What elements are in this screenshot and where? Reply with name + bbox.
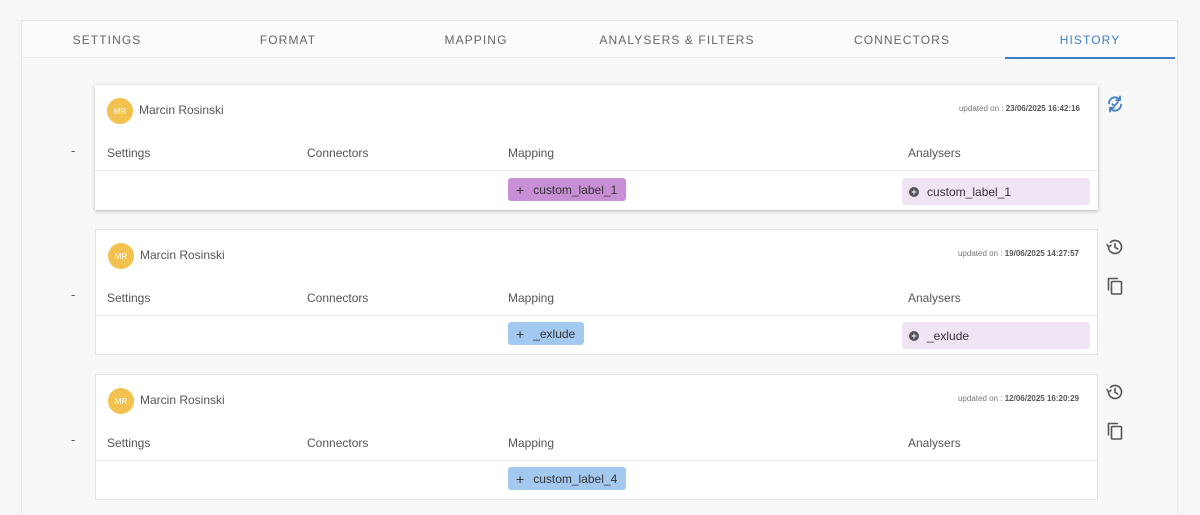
avatar: MR [108, 243, 134, 269]
history-entry: MR Marcin Rosinski updated on : 12/06/20… [95, 374, 1098, 500]
history-entry: MR Marcin Rosinski updated on : 19/06/20… [95, 229, 1098, 355]
column-connectors: Connectors [307, 291, 369, 305]
restore-history-icon[interactable] [1105, 237, 1125, 257]
add-circle-icon: + [909, 330, 919, 341]
mapping-chip: + custom_label_4 [508, 467, 627, 490]
updated-value: 12/06/2025 16:20:29 [1004, 394, 1079, 403]
avatar: MR [108, 388, 134, 414]
column-mapping: Mapping [508, 436, 555, 450]
column-settings: Settings [107, 436, 151, 450]
column-settings: Settings [107, 146, 151, 160]
tab-analysers-filters[interactable]: ANALYSERS & FILTERS [592, 21, 762, 58]
tab-format[interactable]: FORMAT [203, 21, 373, 58]
entry-collapse-dash[interactable]: - [71, 143, 75, 158]
column-mapping: Mapping [508, 146, 555, 160]
column-connectors: Connectors [307, 146, 369, 160]
updated-label: updated on : [958, 104, 1004, 113]
restore-history-icon[interactable] [1105, 382, 1125, 402]
add-circle-icon: + [909, 186, 919, 197]
tab-mapping[interactable]: MAPPING [391, 21, 561, 58]
updated-label: updated on : [957, 249, 1003, 258]
entry-collapse-dash[interactable]: - [71, 432, 75, 447]
mapping-chip: + custom_label_1 [508, 178, 627, 201]
analyser-chip-label: _exlude [927, 328, 970, 343]
tab-connectors[interactable]: CONNECTORS [817, 21, 987, 58]
analyser-chip: + custom_label_1 [902, 178, 1090, 205]
user-name: Marcin Rosinski [140, 393, 225, 407]
divider [95, 170, 1098, 171]
updated-label: updated on : [957, 394, 1003, 403]
tab-history[interactable]: HISTORY [1005, 21, 1175, 59]
copy-icon[interactable] [1105, 421, 1125, 441]
updated-value: 19/06/2025 14:27:57 [1004, 249, 1079, 258]
plus-icon: + [516, 325, 525, 342]
column-mapping: Mapping [508, 291, 555, 305]
updated-timestamp: updated on : 19/06/2025 14:27:57 [958, 249, 1079, 258]
avatar: MR [107, 98, 133, 124]
history-panel: SETTINGS FORMAT MAPPING ANALYSERS & FILT… [21, 20, 1178, 515]
copy-icon[interactable] [1105, 276, 1125, 296]
sync-icon[interactable] [1105, 94, 1125, 114]
plus-icon: + [516, 181, 525, 198]
user-name: Marcin Rosinski [140, 248, 225, 262]
analyser-chip: + _exlude [902, 322, 1090, 349]
divider [96, 315, 1097, 316]
mapping-chip: + _exlude [508, 322, 585, 345]
column-analysers: Analysers [908, 291, 961, 305]
mapping-chip-label: custom_label_1 [533, 182, 618, 197]
plus-icon: + [516, 470, 525, 487]
tab-bar: SETTINGS FORMAT MAPPING ANALYSERS & FILT… [22, 21, 1177, 59]
updated-timestamp: updated on : 12/06/2025 16:20:29 [958, 394, 1079, 403]
column-analysers: Analysers [908, 436, 961, 450]
divider [96, 460, 1097, 461]
updated-value: 23/06/2025 16:42:16 [1005, 104, 1080, 113]
tab-settings[interactable]: SETTINGS [22, 21, 192, 58]
column-analysers: Analysers [908, 146, 961, 160]
history-entry: MR Marcin Rosinski updated on : 23/06/20… [95, 85, 1098, 210]
updated-timestamp: updated on : 23/06/2025 16:42:16 [959, 104, 1080, 113]
user-name: Marcin Rosinski [139, 103, 224, 117]
mapping-chip-label: custom_label_4 [533, 471, 618, 486]
entry-collapse-dash[interactable]: - [71, 287, 75, 302]
column-settings: Settings [107, 291, 151, 305]
mapping-chip-label: _exlude [533, 326, 576, 341]
analyser-chip-label: custom_label_1 [927, 184, 1012, 199]
column-connectors: Connectors [307, 436, 369, 450]
